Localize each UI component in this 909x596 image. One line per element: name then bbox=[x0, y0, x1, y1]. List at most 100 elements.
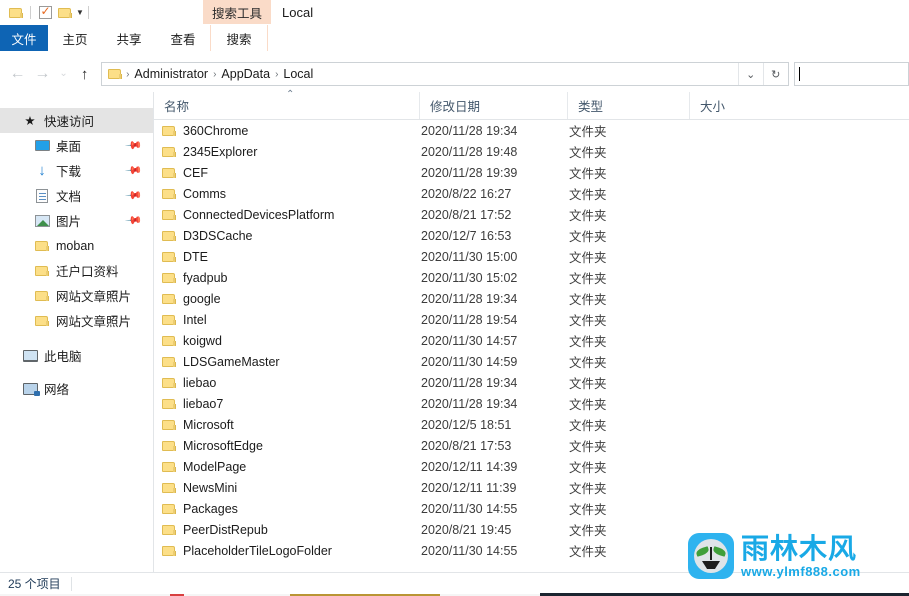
qat-new-folder-button[interactable] bbox=[55, 3, 75, 23]
watermark-brand: 雨林木风 bbox=[741, 531, 858, 565]
table-row[interactable]: MicrosoftEdge 2020/8/21 17:53 文件夹 bbox=[154, 435, 909, 456]
table-row[interactable]: Intel 2020/11/28 19:54 文件夹 bbox=[154, 309, 909, 330]
sidebar-item-pictures[interactable]: 图片 📌 bbox=[0, 208, 153, 233]
cell-name: ConnectedDevicesPlatform bbox=[154, 208, 419, 222]
file-name-label: DTE bbox=[183, 249, 208, 264]
cell-type: 文件夹 bbox=[569, 461, 607, 475]
tab-file[interactable]: 文件 bbox=[0, 25, 48, 51]
table-row[interactable]: fyadpub 2020/11/30 15:02 文件夹 bbox=[154, 267, 909, 288]
cell-name: google bbox=[154, 292, 419, 306]
status-divider bbox=[70, 576, 72, 591]
qat-folder-button[interactable] bbox=[6, 3, 26, 23]
up-button[interactable]: ↑ bbox=[72, 61, 97, 87]
file-name-label: liebao7 bbox=[183, 396, 224, 411]
recent-locations-button[interactable]: ⌄ bbox=[55, 61, 72, 87]
tab-view[interactable]: 查看 bbox=[156, 25, 210, 51]
qat-divider bbox=[30, 6, 31, 19]
table-row[interactable]: Packages 2020/11/30 14:55 文件夹 bbox=[154, 498, 909, 519]
forward-button[interactable]: → bbox=[30, 61, 55, 87]
cell-name: PeerDistRepub bbox=[154, 523, 419, 537]
cell-name: ModelPage bbox=[154, 460, 419, 474]
cell-type: 文件夹 bbox=[569, 440, 607, 454]
cell-type: 文件夹 bbox=[569, 125, 607, 139]
sidebar-item-wangzhan-2[interactable]: 网站文章照片 bbox=[0, 308, 153, 333]
qat-properties-button[interactable] bbox=[35, 3, 55, 23]
table-row[interactable]: Comms 2020/8/22 16:27 文件夹 bbox=[154, 183, 909, 204]
cell-type: 文件夹 bbox=[569, 482, 607, 496]
search-input[interactable] bbox=[793, 62, 909, 86]
folder-icon bbox=[162, 230, 176, 242]
table-row[interactable]: ModelPage 2020/12/11 14:39 文件夹 bbox=[154, 456, 909, 477]
file-name-label: ModelPage bbox=[183, 459, 247, 474]
refresh-icon[interactable]: ↻ bbox=[762, 63, 788, 85]
table-row[interactable]: Microsoft 2020/12/5 18:51 文件夹 bbox=[154, 414, 909, 435]
desktop-icon bbox=[34, 138, 50, 154]
sidebar-item-network[interactable]: 网络 bbox=[0, 376, 153, 401]
pin-icon[interactable]: 📌 bbox=[125, 136, 144, 155]
chevron-down-icon-address[interactable]: ⌄ bbox=[737, 63, 763, 85]
chevron-down-icon[interactable]: ▼ bbox=[76, 8, 84, 17]
table-row[interactable]: liebao7 2020/11/28 19:34 文件夹 bbox=[154, 393, 909, 414]
document-icon bbox=[34, 188, 50, 204]
breadcrumb-item-local[interactable]: Local bbox=[279, 67, 317, 81]
table-row[interactable]: DTE 2020/11/30 15:00 文件夹 bbox=[154, 246, 909, 267]
sidebar-item-qianhukou[interactable]: 迁户口资料 bbox=[0, 258, 153, 283]
sidebar-item-label: 桌面 bbox=[56, 140, 82, 154]
sidebar-item-downloads[interactable]: ↓ 下载 📌 bbox=[0, 158, 153, 183]
table-row[interactable]: koigwd 2020/11/30 14:57 文件夹 bbox=[154, 330, 909, 351]
pin-icon[interactable]: 📌 bbox=[125, 161, 144, 180]
sidebar-item-quick-access[interactable]: ★ 快速访问 bbox=[0, 108, 153, 133]
sort-ascending-icon: ⌃ bbox=[286, 89, 295, 100]
table-row[interactable]: NewsMini 2020/12/11 11:39 文件夹 bbox=[154, 477, 909, 498]
tab-share[interactable]: 共享 bbox=[102, 25, 156, 51]
file-list-pane: 名称 ⌃ 修改日期 类型 大小 360Chrome 2020/11/28 19:3… bbox=[154, 89, 909, 572]
column-header-type[interactable]: 类型 bbox=[567, 92, 689, 119]
sidebar-item-moban[interactable]: moban bbox=[0, 233, 153, 258]
folder-icon bbox=[34, 313, 50, 329]
column-header-date[interactable]: 修改日期 bbox=[419, 92, 567, 119]
sidebar-item-this-pc[interactable]: 此电脑 bbox=[0, 343, 153, 368]
tab-search[interactable]: 搜索 bbox=[210, 25, 268, 51]
file-name-label: D3DSCache bbox=[183, 228, 253, 243]
file-name-label: Intel bbox=[183, 312, 207, 327]
cell-type: 文件夹 bbox=[569, 419, 607, 433]
table-row[interactable]: 360Chrome 2020/11/28 19:34 文件夹 bbox=[154, 120, 909, 141]
sidebar-item-documents[interactable]: 文档 📌 bbox=[0, 183, 153, 208]
sidebar-item-wangzhan-1[interactable]: 网站文章照片 bbox=[0, 283, 153, 308]
cell-modified-date: 2020/11/30 14:57 bbox=[421, 333, 518, 348]
table-row[interactable]: D3DSCache 2020/12/7 16:53 文件夹 bbox=[154, 225, 909, 246]
table-row[interactable]: CEF 2020/11/28 19:39 文件夹 bbox=[154, 162, 909, 183]
pin-icon[interactable]: 📌 bbox=[125, 211, 144, 230]
cell-name: CEF bbox=[154, 166, 419, 180]
cell-modified-date: 2020/8/21 17:53 bbox=[421, 438, 512, 453]
table-row[interactable]: LDSGameMaster 2020/11/30 14:59 文件夹 bbox=[154, 351, 909, 372]
contextual-tab-search-tools[interactable]: 搜索工具 bbox=[203, 0, 272, 24]
watermark-url: www.ylmf888.com bbox=[741, 563, 861, 579]
breadcrumb-item-administrator[interactable]: Administrator bbox=[130, 67, 212, 81]
table-row[interactable]: google 2020/11/28 19:34 文件夹 bbox=[154, 288, 909, 309]
table-row[interactable]: ConnectedDevicesPlatform 2020/8/21 17:52 文… bbox=[154, 204, 909, 225]
table-row[interactable]: 2345Explorer 2020/11/28 19:48 文件夹 bbox=[154, 141, 909, 162]
cell-modified-date: 2020/11/30 14:59 bbox=[421, 354, 518, 369]
file-name-label: ConnectedDevicesPlatform bbox=[183, 207, 335, 222]
cell-type: 文件夹 bbox=[569, 209, 607, 223]
cell-type: 文件夹 bbox=[569, 167, 607, 181]
file-name-label: PlaceholderTileLogoFolder bbox=[183, 543, 332, 558]
folder-icon bbox=[9, 7, 23, 19]
table-row[interactable]: liebao 2020/11/28 19:34 文件夹 bbox=[154, 372, 909, 393]
pin-icon[interactable]: 📌 bbox=[125, 186, 144, 205]
breadcrumb[interactable]: › Administrator › AppData › Local ⌄ ↻ bbox=[101, 62, 789, 86]
cell-name: fyadpub bbox=[154, 271, 419, 285]
file-name-label: Microsoft bbox=[183, 417, 234, 432]
column-header-name[interactable]: 名称 ⌃ bbox=[154, 89, 419, 119]
column-header-size[interactable]: 大小 bbox=[689, 92, 769, 119]
breadcrumb-item-appdata[interactable]: AppData bbox=[217, 67, 274, 81]
cell-modified-date: 2020/11/28 19:34 bbox=[421, 123, 518, 138]
tab-home[interactable]: 主页 bbox=[48, 25, 102, 51]
column-header-label: 类型 bbox=[578, 100, 604, 114]
folder-icon bbox=[34, 288, 50, 304]
back-button[interactable]: ← bbox=[5, 61, 30, 87]
sidebar-item-desktop[interactable]: 桌面 📌 bbox=[0, 133, 153, 158]
folder-icon bbox=[162, 293, 176, 305]
